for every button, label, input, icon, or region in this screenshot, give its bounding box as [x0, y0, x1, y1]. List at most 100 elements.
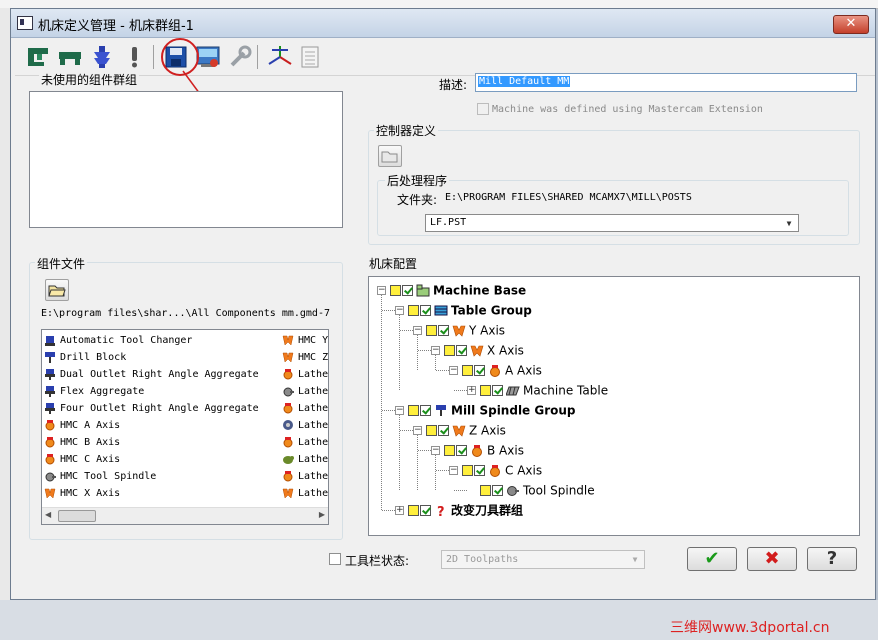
tree-node-checkbox[interactable]	[474, 465, 485, 476]
tree-node-state-box[interactable]	[426, 425, 437, 436]
tree-node-checkbox[interactable]	[420, 405, 431, 416]
spindle-icon[interactable]	[89, 44, 115, 70]
tree-node-state-box[interactable]	[408, 405, 419, 416]
tree-node[interactable]: Table Group	[408, 301, 532, 319]
tree-node[interactable]: B Axis	[444, 441, 524, 459]
component-list-item-label: HMC X Axis	[60, 488, 121, 499]
component-list-item[interactable]: HMC Z	[282, 349, 328, 366]
tree-node-checkbox[interactable]	[474, 365, 485, 376]
tree-node[interactable]: Z Axis	[426, 421, 506, 439]
atc-icon	[44, 334, 56, 346]
extension-checkbox[interactable]	[477, 103, 489, 115]
open-component-file-button[interactable]	[45, 279, 69, 301]
tree-node-checkbox[interactable]	[420, 305, 431, 316]
tree-node-checkbox[interactable]	[438, 325, 449, 336]
tree-expander[interactable]: −	[377, 286, 386, 295]
tree-node-checkbox[interactable]	[438, 425, 449, 436]
component-list-item[interactable]: Lathe	[282, 383, 328, 400]
component-list-item[interactable]: HMC C Axis	[44, 451, 278, 468]
component-file-path: E:\program files\shar...\All Components …	[41, 308, 330, 319]
tree-node-state-box[interactable]	[426, 325, 437, 336]
tree-node-checkbox[interactable]	[456, 445, 467, 456]
machine-config-tree[interactable]: − Machine Base − Table Group − Y Axis − X Axis −…	[368, 276, 860, 536]
component-list-item[interactable]: HMC B Axis	[44, 434, 278, 451]
component-list-item[interactable]: Lathe	[282, 366, 328, 383]
component-list-scrollbar[interactable]: ◀ ▶	[42, 507, 328, 524]
component-list-item[interactable]: Drill Block	[44, 349, 278, 366]
info-icon[interactable]	[121, 44, 147, 70]
tree-expander[interactable]: −	[431, 446, 440, 455]
table-group-icon	[434, 304, 448, 317]
tree-node[interactable]: Mill Spindle Group	[408, 401, 576, 419]
cancel-button[interactable]: ✖	[747, 547, 797, 571]
window-icon	[17, 16, 33, 30]
tree-node[interactable]: Tool Spindle	[480, 481, 595, 499]
axes-icon[interactable]	[267, 44, 293, 70]
tree-node[interactable]: A Axis	[462, 361, 542, 379]
tree-expander[interactable]: −	[449, 366, 458, 375]
component-list-item[interactable]: Four Outlet Right Angle Aggregate	[44, 400, 278, 417]
component-list-item[interactable]: Lathe	[282, 451, 328, 468]
tree-node-state-box[interactable]	[462, 465, 473, 476]
scroll-thumb[interactable]	[58, 510, 96, 522]
component-list-item[interactable]: HMC A Axis	[44, 417, 278, 434]
tree-node-checkbox[interactable]	[492, 485, 503, 496]
component-list-item[interactable]: Lathe	[282, 417, 328, 434]
scroll-left-icon[interactable]: ◀	[45, 510, 51, 519]
tree-node[interactable]: Machine Base	[390, 281, 526, 299]
tree-node-checkbox[interactable]	[456, 345, 467, 356]
description-input[interactable]: Mill Default MM	[475, 73, 857, 92]
tree-expander[interactable]: +	[467, 386, 476, 395]
unused-groups-list[interactable]	[29, 91, 343, 228]
tree-node-checkbox[interactable]	[420, 505, 431, 516]
tree-expander[interactable]: −	[395, 306, 404, 315]
toolbar-state-value: 2D Toolpaths	[446, 554, 519, 565]
aggregate-icon	[44, 402, 56, 414]
tree-node-checkbox[interactable]	[402, 285, 413, 296]
tree-expander[interactable]: −	[413, 326, 422, 335]
toolbar-state-checkbox[interactable]	[329, 553, 341, 565]
open-controller-button[interactable]	[378, 145, 402, 167]
tree-node-state-box[interactable]	[480, 485, 491, 496]
tree-expander[interactable]: −	[431, 346, 440, 355]
component-list-item[interactable]: HMC Tool Spindle	[44, 468, 278, 485]
toolbar-state-select[interactable]: 2D Toolpaths ▼	[441, 550, 645, 569]
post-select[interactable]: LF.PST ▼	[425, 214, 799, 232]
tree-node-state-box[interactable]	[408, 505, 419, 516]
tree-expander[interactable]: −	[413, 426, 422, 435]
scroll-right-icon[interactable]: ▶	[319, 510, 325, 519]
tool-icon[interactable]	[227, 44, 253, 70]
close-button[interactable]: ✕	[833, 15, 869, 34]
component-icon[interactable]	[57, 44, 83, 70]
component-list-item-label: Lathe	[298, 369, 328, 380]
component-list[interactable]: Automatic Tool Changer Drill Block Dual Ou…	[41, 329, 329, 525]
machine-icon[interactable]	[25, 44, 51, 70]
tree-node-state-box[interactable]	[480, 385, 491, 396]
tree-node-state-box[interactable]	[408, 305, 419, 316]
tree-expander[interactable]: +	[395, 506, 404, 515]
tree-expander[interactable]: −	[449, 466, 458, 475]
list-icon[interactable]	[297, 44, 323, 70]
tree-node-checkbox[interactable]	[492, 385, 503, 396]
component-list-item[interactable]: Lathe	[282, 485, 328, 502]
help-button[interactable]: ?	[807, 547, 857, 571]
component-list-item[interactable]: Lathe	[282, 468, 328, 485]
tree-node-state-box[interactable]	[390, 285, 401, 296]
tree-expander[interactable]: −	[395, 406, 404, 415]
tree-node[interactable]: Y Axis	[426, 321, 505, 339]
tree-node-state-box[interactable]	[444, 345, 455, 356]
component-list-item[interactable]: Flex Aggregate	[44, 383, 278, 400]
tree-node-state-box[interactable]	[462, 365, 473, 376]
component-list-item[interactable]: Lathe	[282, 434, 328, 451]
tree-node[interactable]: X Axis	[444, 341, 524, 359]
component-list-item[interactable]: Automatic Tool Changer	[44, 332, 278, 349]
tree-node[interactable]: Machine Table	[480, 381, 608, 399]
component-list-item[interactable]: HMC X Axis	[44, 485, 278, 502]
tree-node-state-box[interactable]	[444, 445, 455, 456]
ok-button[interactable]: ✔	[687, 547, 737, 571]
component-list-item[interactable]: Lathe	[282, 400, 328, 417]
tree-node[interactable]: C Axis	[462, 461, 542, 479]
component-list-item[interactable]: Dual Outlet Right Angle Aggregate	[44, 366, 278, 383]
component-list-item[interactable]: HMC Y	[282, 332, 328, 349]
tree-node[interactable]: ? 改变刀具群组	[408, 501, 523, 520]
